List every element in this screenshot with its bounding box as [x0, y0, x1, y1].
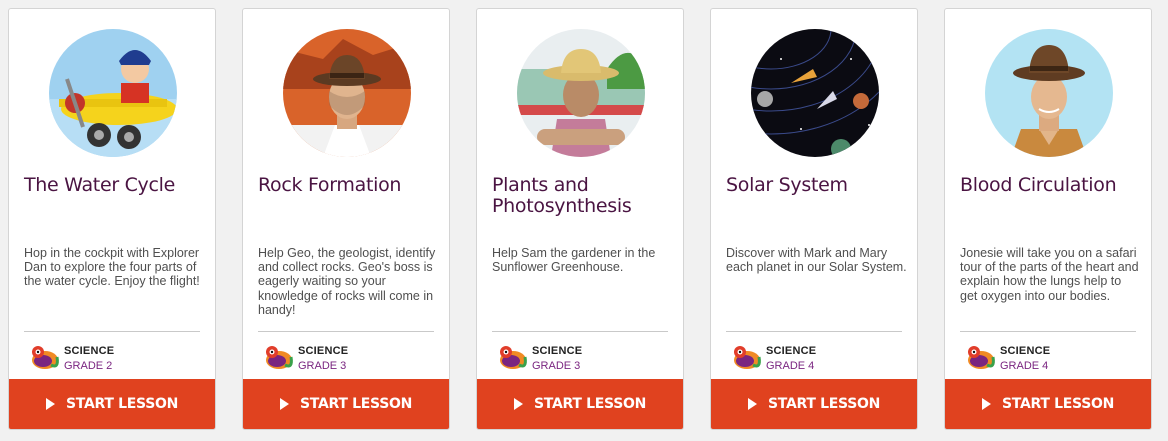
start-lesson-label: START LESSON — [66, 396, 178, 412]
divider — [492, 331, 668, 332]
start-lesson-button[interactable]: START LESSON — [477, 379, 683, 429]
lesson-card-water-cycle[interactable]: The Water Cycle Hop in the cockpit with … — [8, 8, 216, 430]
grade-label: GRADE 4 — [766, 360, 815, 372]
lesson-description: Discover with Mark and Mary each planet … — [726, 246, 907, 275]
science-chameleon-icon — [734, 346, 761, 369]
lesson-card-blood-circulation[interactable]: Blood Circulation Jonesie will take you … — [944, 8, 1152, 430]
divider — [24, 331, 200, 332]
start-lesson-button[interactable]: START LESSON — [945, 379, 1151, 429]
start-lesson-button[interactable]: START LESSON — [711, 379, 917, 429]
play-icon — [748, 398, 757, 410]
solar-system-icon — [751, 29, 879, 157]
gardener-icon — [517, 29, 645, 157]
lesson-card-plants-photosynthesis[interactable]: Plants and Photosynthesis Help Sam the g… — [476, 8, 684, 430]
play-icon — [46, 398, 55, 410]
start-lesson-button[interactable]: START LESSON — [243, 379, 449, 429]
start-lesson-label: START LESSON — [534, 396, 646, 412]
play-icon — [982, 398, 991, 410]
science-chameleon-icon — [266, 346, 293, 369]
science-chameleon-icon — [968, 346, 995, 369]
lesson-title: Plants and Photosynthesis — [492, 174, 632, 217]
start-lesson-label: START LESSON — [300, 396, 412, 412]
pilot-plane-icon — [49, 29, 177, 157]
lesson-title: Blood Circulation — [960, 174, 1117, 196]
play-icon — [514, 398, 523, 410]
subject-label: SCIENCE — [1000, 345, 1051, 357]
play-icon — [280, 398, 289, 410]
safari-guide-icon — [985, 29, 1113, 157]
lesson-description: Jonesie will take you on a safari tour o… — [960, 246, 1139, 303]
science-chameleon-icon — [32, 346, 59, 369]
grade-label: GRADE 3 — [532, 360, 581, 372]
divider — [960, 331, 1136, 332]
start-lesson-label: START LESSON — [1002, 396, 1114, 412]
lesson-description: Hop in the cockpit with Explorer Dan to … — [24, 246, 200, 289]
subject-label: SCIENCE — [532, 345, 583, 357]
geologist-icon — [283, 29, 411, 157]
subject-label: SCIENCE — [64, 345, 115, 357]
start-lesson-label: START LESSON — [768, 396, 880, 412]
lesson-card-solar-system[interactable]: Solar System Discover with Mark and Mary… — [710, 8, 918, 430]
divider — [726, 331, 902, 332]
start-lesson-button[interactable]: START LESSON — [9, 379, 215, 429]
lesson-title: Solar System — [726, 174, 848, 196]
lesson-description: Help Geo, the geologist, identify and co… — [258, 246, 436, 317]
subject-label: SCIENCE — [766, 345, 817, 357]
grade-label: GRADE 4 — [1000, 360, 1049, 372]
lesson-title: Rock Formation — [258, 174, 402, 196]
lesson-description: Help Sam the gardener in the Sunflower G… — [492, 246, 656, 275]
subject-label: SCIENCE — [298, 345, 349, 357]
lesson-card-rock-formation[interactable]: Rock Formation Help Geo, the geologist, … — [242, 8, 450, 430]
grade-label: GRADE 3 — [298, 360, 347, 372]
lesson-title: The Water Cycle — [24, 174, 176, 196]
science-chameleon-icon — [500, 346, 527, 369]
divider — [258, 331, 434, 332]
grade-label: GRADE 2 — [64, 360, 113, 372]
